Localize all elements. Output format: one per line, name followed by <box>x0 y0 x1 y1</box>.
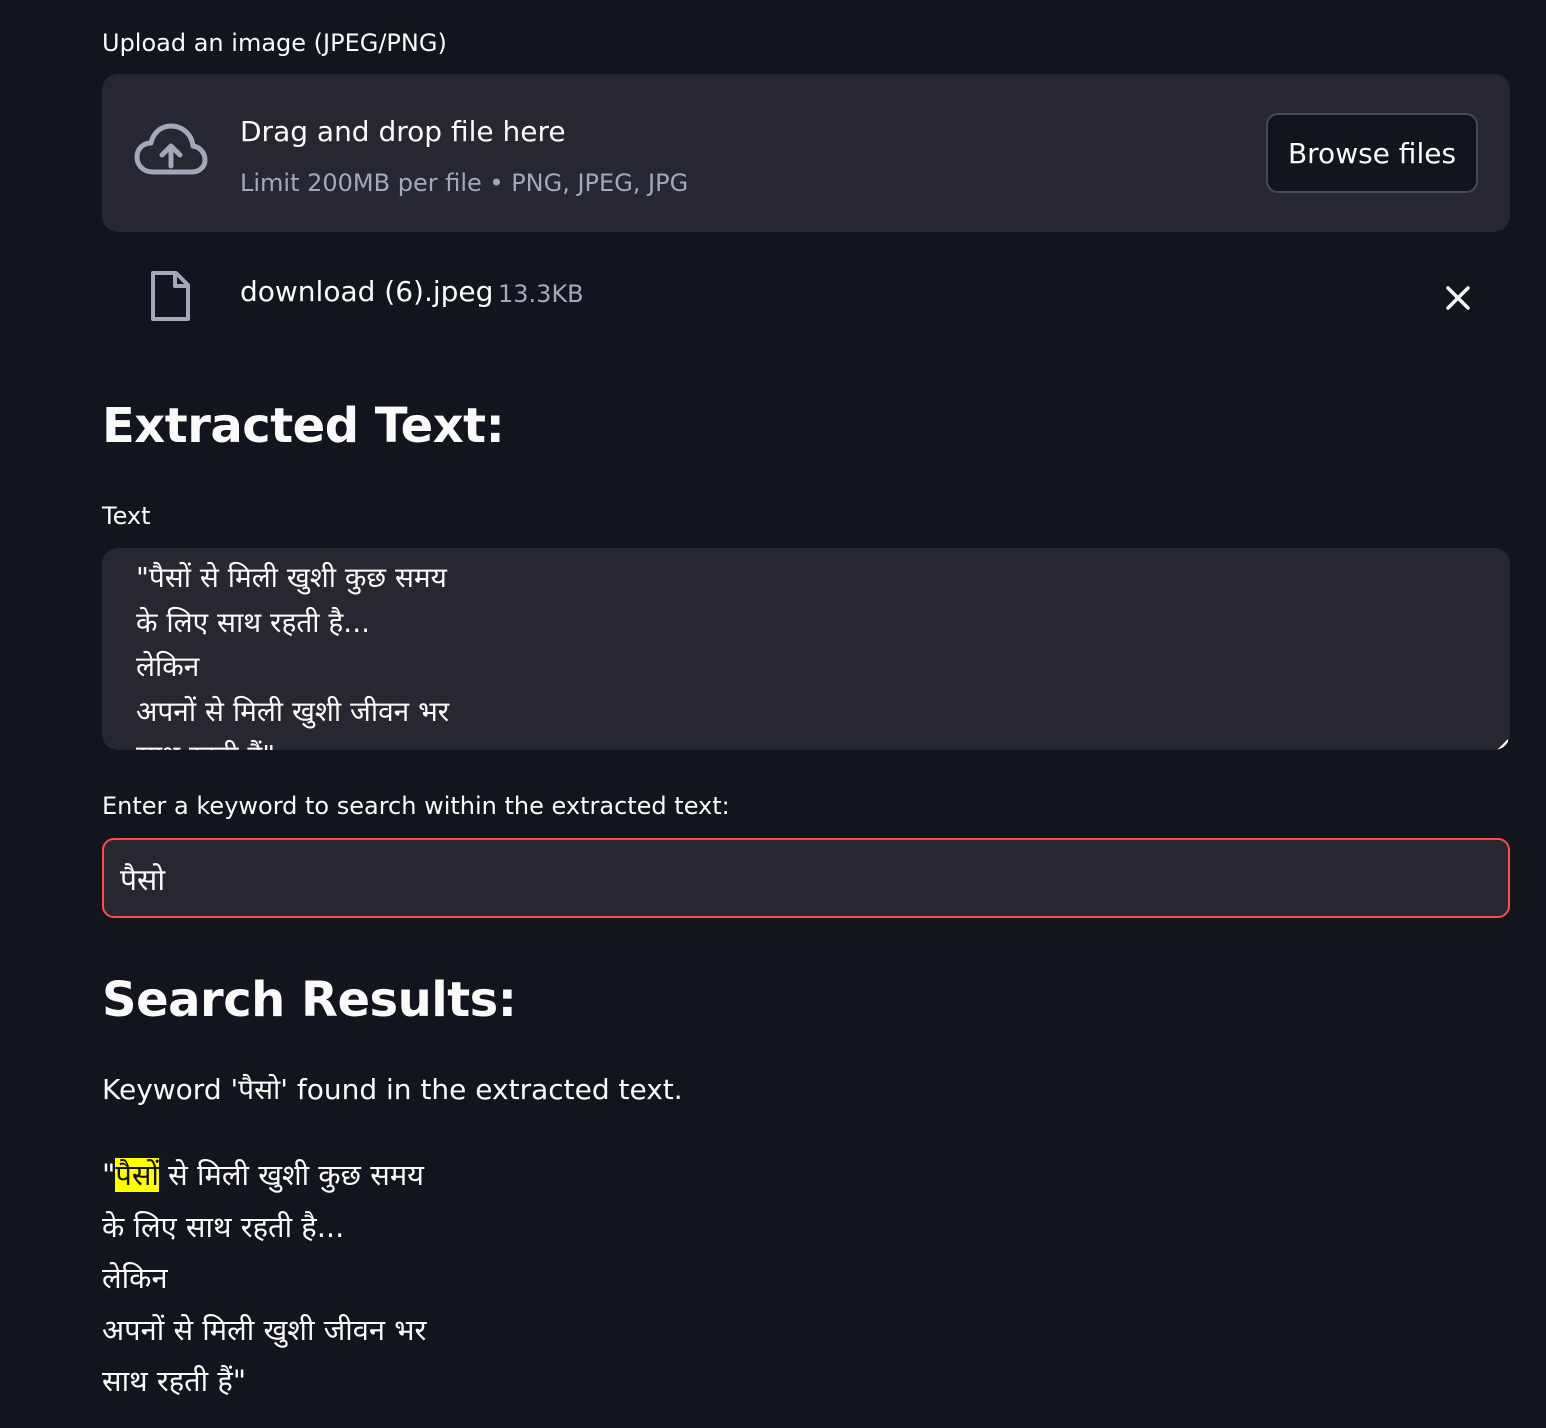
result-line-4: अपनों से मिली खुशी जीवन भर <box>102 1312 427 1347</box>
file-name: download (6).jpeg <box>240 275 494 308</box>
result-line-2: के लिए साथ रहती है... <box>102 1209 345 1244</box>
result-line-5: साथ रहती हैं" <box>102 1364 247 1398</box>
file-dropzone[interactable]: Drag and drop file here Limit 200MB per … <box>102 74 1510 232</box>
extracted-text-value[interactable]: "पैसों से मिली खुशी कुछ समय के लिए साथ र… <box>136 556 449 750</box>
file-icon <box>148 270 192 322</box>
text-area-label: Text <box>102 502 151 530</box>
close-icon[interactable] <box>1438 278 1478 318</box>
search-result-message: Keyword 'पैसो' found in the extracted te… <box>102 1073 683 1106</box>
file-size: 13.3KB <box>498 280 584 308</box>
resize-handle-icon[interactable] <box>1496 736 1508 750</box>
result-line-3: लेकिन <box>102 1261 168 1295</box>
keyword-highlight: पैसों <box>115 1158 159 1192</box>
dropzone-title: Drag and drop file here <box>240 115 566 148</box>
uploader-label: Upload an image (JPEG/PNG) <box>102 29 447 57</box>
browse-files-button[interactable]: Browse files <box>1266 113 1478 193</box>
search-results-heading: Search Results: <box>102 972 517 1028</box>
result-line-1: "पैसों से मिली खुशी कुछ समय <box>102 1150 426 1202</box>
result-line-1-rest: से मिली खुशी कुछ समय <box>158 1158 424 1192</box>
dropzone-limit-text: Limit 200MB per file • PNG, JPEG, JPG <box>240 169 689 197</box>
uploaded-file-row: download (6).jpeg 13.3KB <box>102 262 1510 330</box>
highlighted-result-text: "पैसों से मिली खुशी कुछ समय के लिए साथ र… <box>102 1150 426 1408</box>
quote-mark: " <box>102 1158 116 1192</box>
extracted-text-heading: Extracted Text: <box>102 398 505 454</box>
keyword-input-label: Enter a keyword to search within the ext… <box>102 792 730 820</box>
keyword-search-input[interactable] <box>102 838 1510 918</box>
extracted-text-area[interactable]: "पैसों से मिली खुशी कुछ समय के लिए साथ र… <box>102 548 1510 750</box>
cloud-upload-icon <box>134 122 208 182</box>
